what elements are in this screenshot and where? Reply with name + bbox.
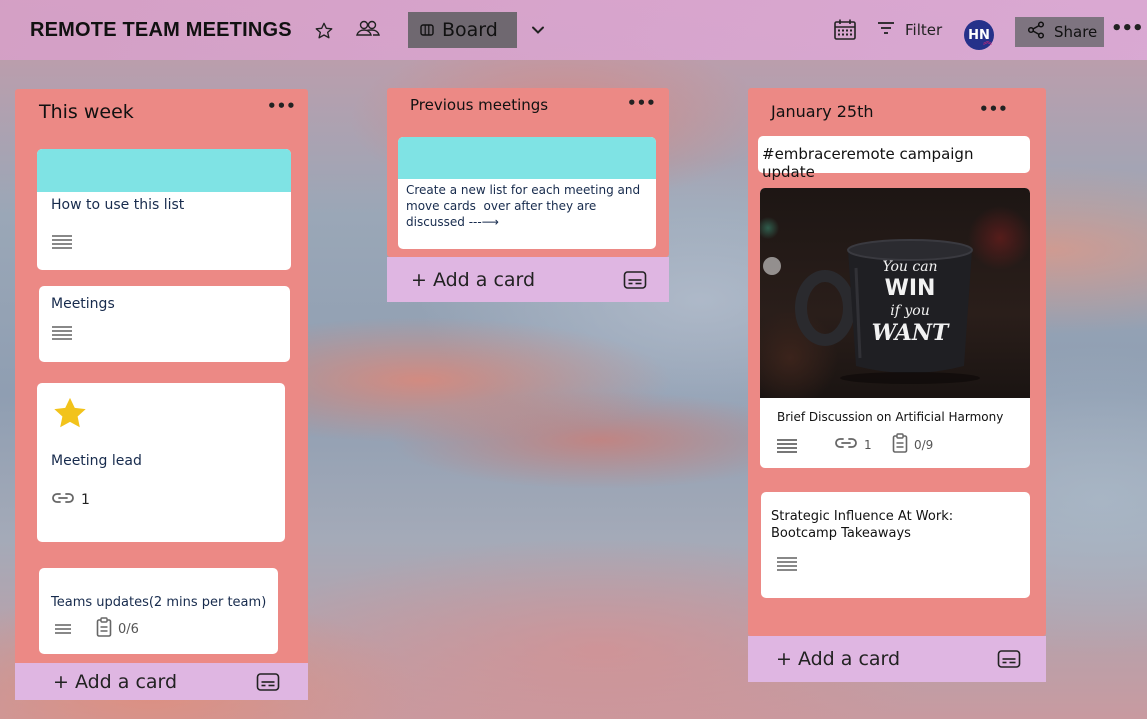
card-template-icon[interactable] — [623, 270, 647, 295]
card-template-icon[interactable] — [997, 649, 1021, 674]
board-view-label: Board — [442, 19, 498, 41]
card-title: Teams updates(2 mins per team) — [51, 595, 267, 610]
more-menu-icon[interactable]: ••• — [1111, 18, 1144, 39]
card-title: Meeting lead — [51, 453, 142, 469]
checklist-badge: 0/6 — [96, 617, 139, 641]
card-title: Brief Discussion on Artificial Harmony — [777, 410, 1004, 424]
attachment-icon — [51, 491, 75, 509]
card-meetings[interactable]: Meetings — [39, 286, 290, 362]
add-card-label: + Add a card — [776, 648, 901, 670]
add-card-button[interactable]: + Add a card — [748, 636, 1046, 682]
card-title: Strategic Influence At Work: Bootcamp Ta… — [771, 509, 954, 541]
checklist-count: 0/9 — [914, 437, 934, 452]
list-this-week: This week ••• How to use this list Meeti… — [15, 89, 308, 700]
card-create-new-list[interactable]: Create a new list for each meeting and m… — [398, 137, 656, 249]
share-label: Share — [1054, 23, 1098, 41]
description-icon — [52, 233, 72, 251]
members-icon[interactable] — [355, 19, 381, 39]
list-more-icon[interactable]: ••• — [627, 94, 656, 112]
list-title[interactable]: Previous meetings — [410, 96, 548, 114]
board-title[interactable]: REMOTE TEAM MEETINGS — [30, 19, 292, 42]
description-icon — [52, 324, 72, 342]
checklist-icon — [96, 617, 112, 641]
add-card-label: + Add a card — [53, 670, 178, 693]
checklist-icon — [892, 433, 908, 456]
card-embraceremote[interactable]: #embraceremote campaign update — [758, 136, 1030, 181]
checklist-badge: 0/9 — [892, 433, 933, 456]
attachment-count: 1 — [81, 492, 90, 508]
card-how-to-use[interactable]: How to use this list — [37, 149, 291, 270]
attachment-badge: 1 — [51, 491, 90, 509]
star-sticker-icon — [51, 395, 89, 437]
mug-photo: You can WIN if you WANT — [760, 188, 1030, 398]
card-title: #embraceremote campaign update — [762, 145, 974, 181]
card-cover — [398, 137, 656, 179]
board-view-button[interactable]: Board — [408, 12, 517, 48]
filter-icon — [877, 21, 895, 39]
board-header: REMOTE TEAM MEETINGS Board Filter HN ︽ S… — [0, 0, 1147, 60]
share-button[interactable]: Share — [1015, 17, 1104, 47]
chevron-down-icon[interactable] — [530, 22, 546, 38]
attachment-icon — [834, 436, 858, 453]
checklist-count: 0/6 — [118, 621, 139, 637]
card-title: Create a new list for each meeting and m… — [406, 183, 644, 229]
admin-chevron-icon: ︽ — [983, 37, 993, 47]
list-more-icon[interactable]: ••• — [267, 97, 296, 115]
card-teams-updates[interactable]: Teams updates(2 mins per team) 0/6 — [39, 568, 278, 654]
add-card-button[interactable]: + Add a card — [15, 663, 308, 700]
card-strategic-influence[interactable]: Strategic Influence At Work: Bootcamp Ta… — [761, 492, 1030, 598]
mug-text: You can WIN if you WANT — [871, 259, 949, 346]
description-icon — [55, 622, 71, 636]
card-title: How to use this list — [51, 197, 185, 213]
card-brief-discussion[interactable]: You can WIN if you WANT Brief Discussion… — [760, 188, 1030, 468]
list-previous-meetings: Previous meetings ••• Create a new list … — [387, 88, 669, 257]
share-icon — [1027, 21, 1045, 43]
filter-button[interactable]: Filter — [877, 21, 942, 39]
description-icon — [777, 437, 797, 455]
add-card-label: + Add a card — [411, 268, 536, 291]
description-icon — [777, 555, 797, 573]
list-title[interactable]: January 25th — [771, 102, 874, 121]
card-meeting-lead[interactable]: Meeting lead 1 — [37, 383, 285, 542]
card-template-icon[interactable] — [256, 672, 280, 697]
card-cover — [37, 149, 291, 192]
list-title[interactable]: This week — [39, 101, 134, 123]
star-icon[interactable] — [314, 21, 334, 41]
calendar-icon[interactable] — [833, 18, 857, 42]
add-card-button[interactable]: + Add a card — [387, 257, 669, 302]
attachment-count: 1 — [864, 437, 872, 452]
list-more-icon[interactable]: ••• — [979, 100, 1008, 118]
card-title: Meetings — [51, 296, 115, 312]
board-view-icon — [420, 19, 434, 41]
filter-label: Filter — [905, 21, 943, 39]
list-january-25th: January 25th ••• #embraceremote campaign… — [748, 88, 1046, 636]
attachment-badge: 1 — [834, 436, 872, 453]
